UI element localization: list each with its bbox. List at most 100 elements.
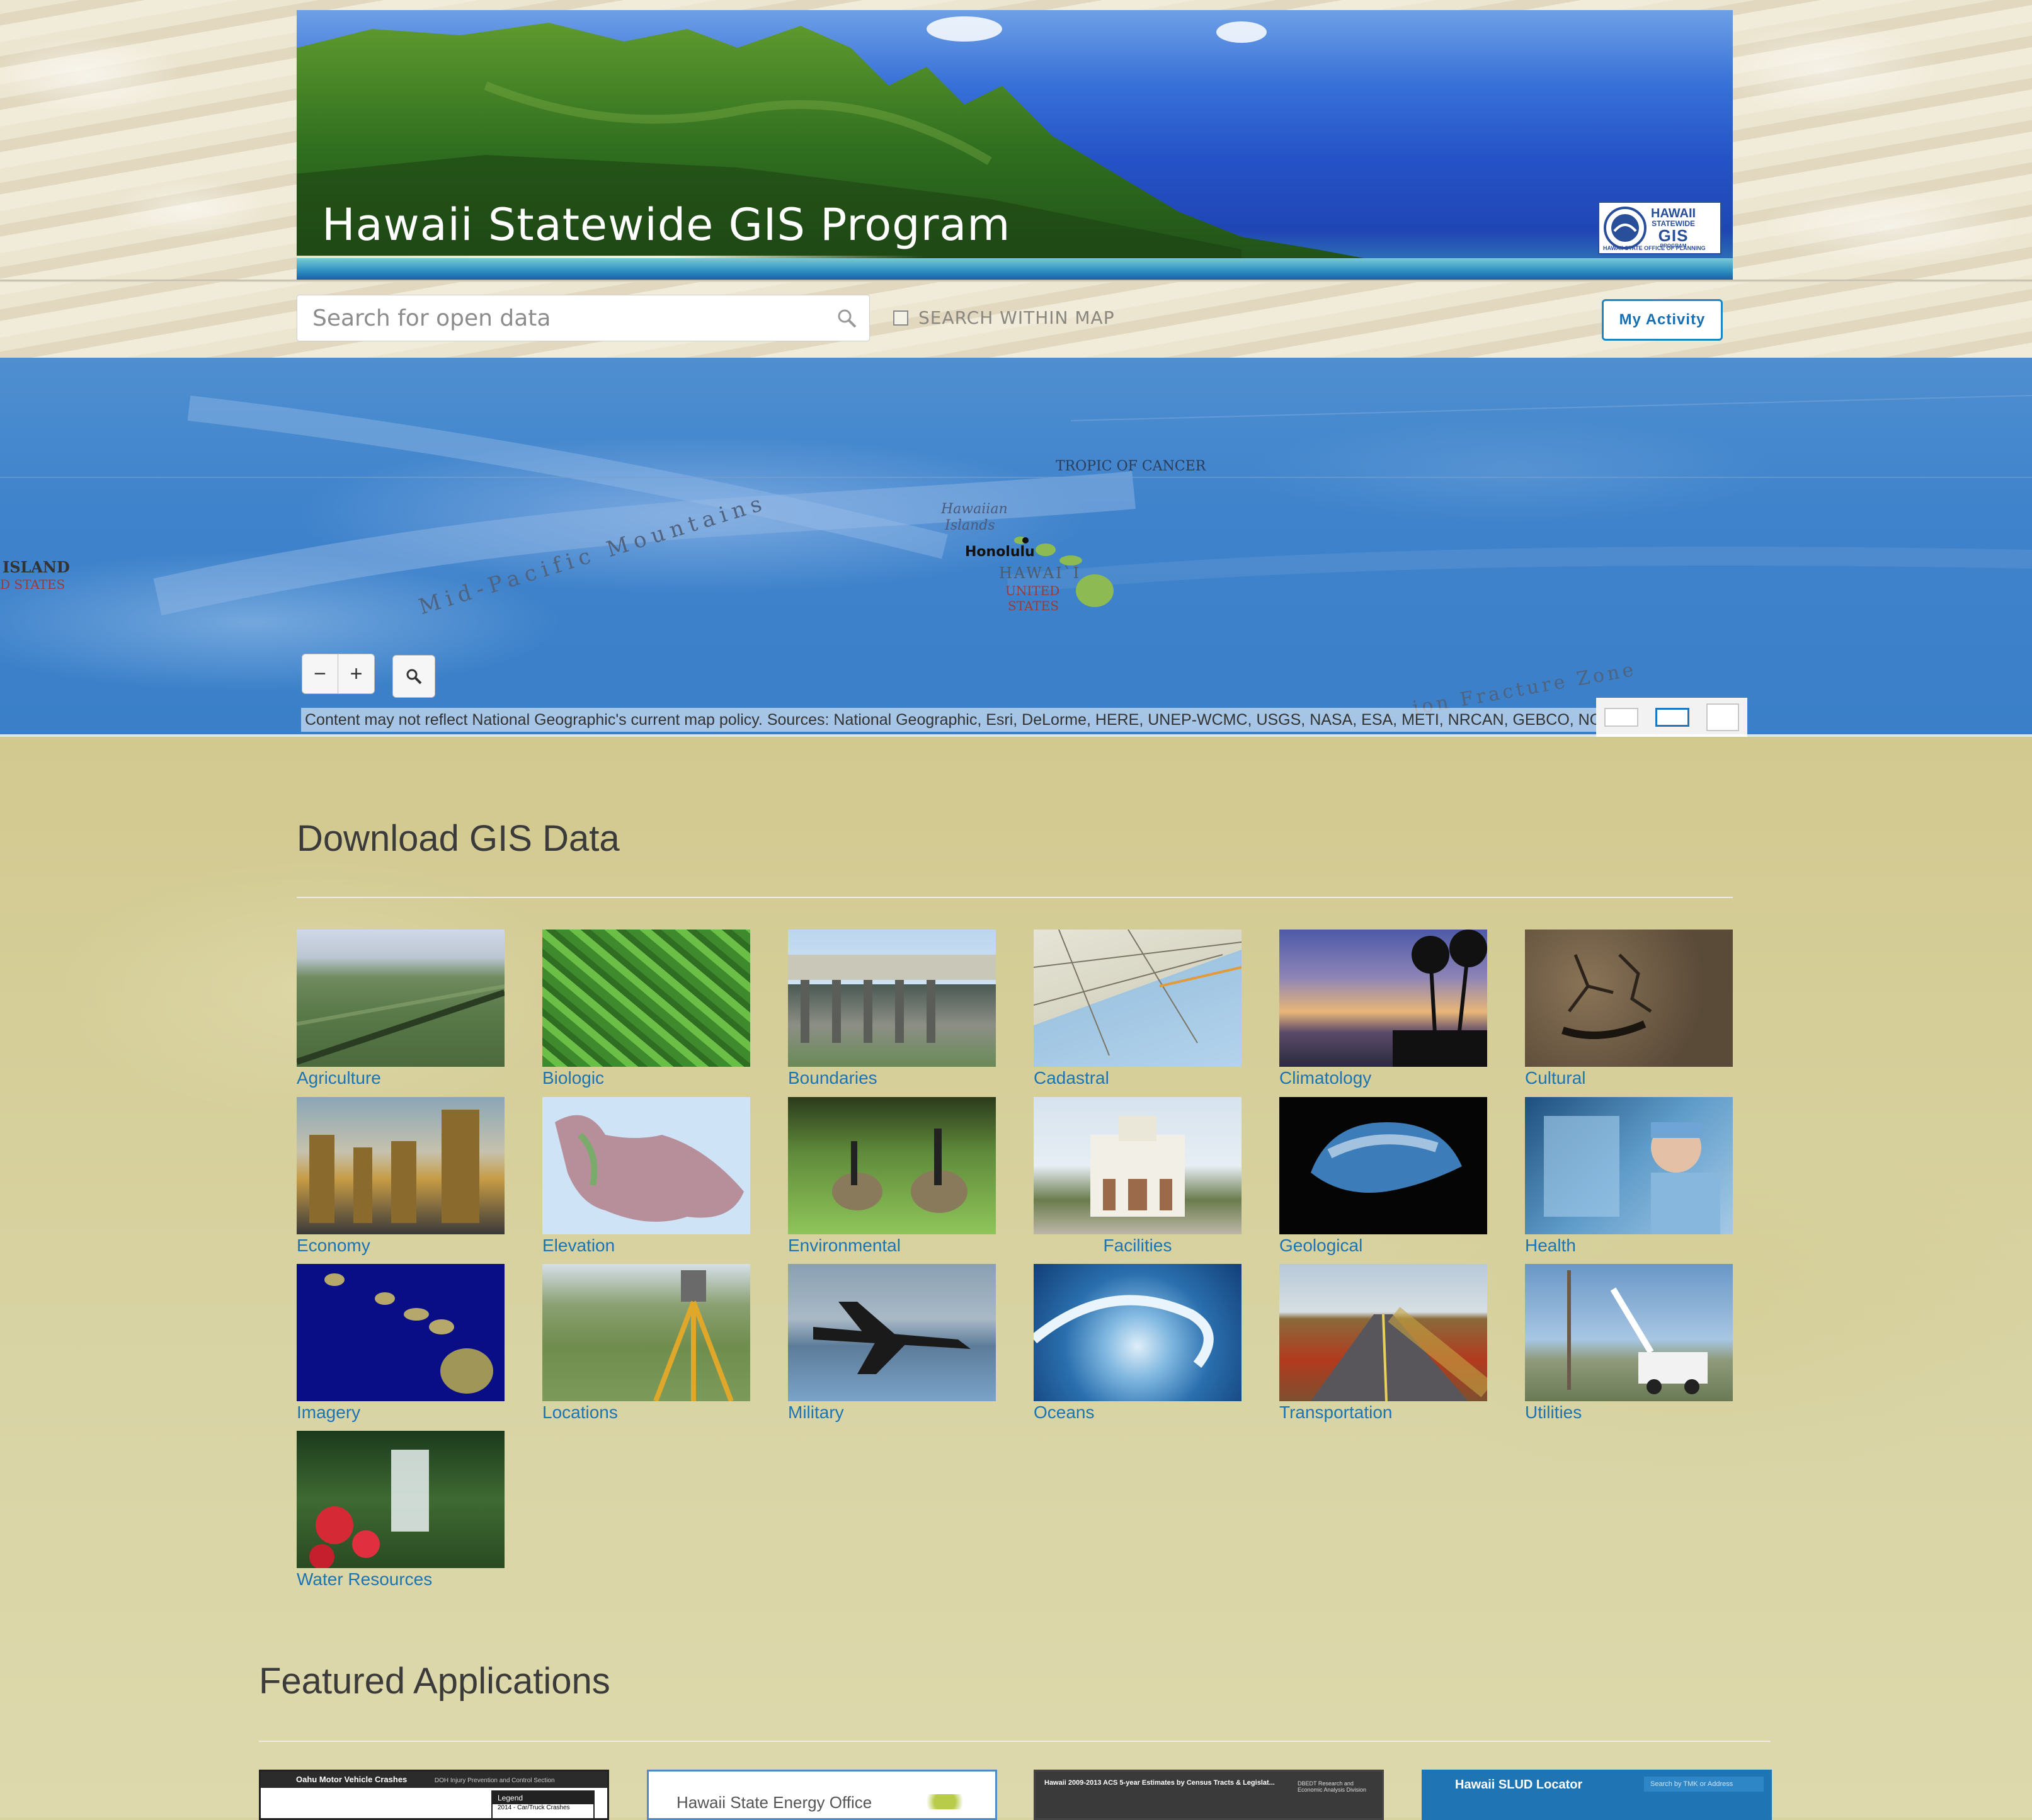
seal-icon bbox=[1604, 207, 1647, 249]
map-label-island: ISLAND bbox=[3, 558, 70, 576]
category-label: Utilities bbox=[1525, 1402, 1582, 1422]
category-label: Boundaries bbox=[788, 1068, 877, 1088]
magnifier-icon bbox=[406, 669, 422, 685]
category-agriculture[interactable]: Agriculture bbox=[297, 930, 505, 1088]
app-title: Hawaii State Energy Office bbox=[676, 1793, 872, 1812]
app-title: Oahu Motor Vehicle Crashes bbox=[296, 1775, 408, 1784]
honolulu-marker bbox=[1022, 537, 1029, 543]
category-boundaries[interactable]: Boundaries bbox=[788, 930, 996, 1088]
legend-panel: Legend 2014 - Car/Truck Crashes bbox=[491, 1790, 595, 1818]
category-elevation[interactable]: Elevation bbox=[542, 1097, 750, 1256]
app-subtitle: DOH Injury Prevention and Control Sectio… bbox=[434, 1777, 555, 1784]
layout-full-button[interactable] bbox=[1706, 703, 1739, 731]
layout-compact-button[interactable] bbox=[1604, 708, 1639, 727]
header-banner: Hawaii Statewide GIS Program HAWAII STAT… bbox=[297, 10, 1733, 280]
environmental-image bbox=[788, 1097, 996, 1234]
category-label: Geological bbox=[1279, 1236, 1363, 1255]
zoom-controls: − + bbox=[302, 654, 375, 694]
health-image bbox=[1525, 1097, 1733, 1234]
cadastral-image bbox=[1034, 930, 1241, 1067]
map-label-hawaii: HAWAI`I bbox=[999, 564, 1082, 582]
category-label: Imagery bbox=[297, 1402, 361, 1422]
cultural-image bbox=[1525, 930, 1733, 1067]
military-image bbox=[788, 1264, 996, 1401]
featured-app-energy-office[interactable]: Hawaii State Energy Office bbox=[647, 1770, 997, 1820]
category-label: Oceans bbox=[1034, 1402, 1095, 1422]
featured-app-slud-locator[interactable]: Hawaii SLUD Locator Search by TMK or Add… bbox=[1422, 1770, 1772, 1820]
category-climatology[interactable]: Climatology bbox=[1279, 930, 1487, 1088]
category-locations[interactable]: Locations bbox=[542, 1264, 750, 1423]
category-label: Transportation bbox=[1279, 1402, 1393, 1422]
category-label: Biologic bbox=[542, 1068, 605, 1088]
category-label: Military bbox=[788, 1402, 844, 1422]
legend-item: 2014 - Car/Truck Crashes bbox=[498, 1804, 570, 1811]
geological-image bbox=[1279, 1097, 1487, 1234]
search-within-map[interactable]: SEARCH WITHIN MAP bbox=[893, 307, 1115, 328]
search-input[interactable] bbox=[297, 295, 869, 341]
category-biologic[interactable]: Biologic bbox=[542, 930, 750, 1088]
logo-line: GIS bbox=[1658, 226, 1689, 245]
app-subtitle: DBEDT Research and Economic Analysis Div… bbox=[1298, 1780, 1367, 1793]
map-label-states: STATES bbox=[1008, 598, 1059, 613]
search-within-map-checkbox[interactable] bbox=[893, 310, 908, 326]
section-divider bbox=[297, 897, 1733, 898]
category-cultural[interactable]: Cultural bbox=[1525, 930, 1733, 1088]
search-within-map-label: SEARCH WITHIN MAP bbox=[918, 307, 1115, 328]
category-health[interactable]: Health bbox=[1525, 1097, 1733, 1256]
divider bbox=[0, 280, 2032, 282]
category-cadastral[interactable]: Cadastral bbox=[1034, 930, 1241, 1088]
map-label-united: UNITED bbox=[1005, 583, 1060, 598]
app-header: Oahu Motor Vehicle Crashes DOH Injury Pr… bbox=[261, 1772, 607, 1788]
imagery-image bbox=[297, 1264, 505, 1401]
island-icon bbox=[920, 1794, 970, 1809]
sea bbox=[297, 258, 1733, 280]
category-geological[interactable]: Geological bbox=[1279, 1097, 1487, 1256]
site-title[interactable]: Hawaii Statewide GIS Program bbox=[322, 199, 1010, 251]
search-box[interactable] bbox=[297, 295, 870, 341]
category-label: Facilities bbox=[1103, 1236, 1172, 1255]
layout-medium-button[interactable] bbox=[1655, 708, 1689, 727]
agriculture-image bbox=[297, 930, 505, 1067]
app-search-field[interactable]: Search by TMK or Address bbox=[1644, 1777, 1764, 1792]
transportation-image bbox=[1279, 1264, 1487, 1401]
category-label: Water Resources bbox=[297, 1569, 433, 1589]
category-transportation[interactable]: Transportation bbox=[1279, 1264, 1487, 1423]
featured-app-oahu-crashes[interactable]: Oahu Motor Vehicle Crashes DOH Injury Pr… bbox=[259, 1770, 609, 1820]
category-economy[interactable]: Economy bbox=[297, 1097, 505, 1256]
category-water-resources[interactable]: Water Resources bbox=[297, 1431, 505, 1590]
locations-image bbox=[542, 1264, 750, 1401]
boundaries-image bbox=[788, 930, 996, 1067]
featured-app-acs-estimates[interactable]: Hawaii 2009-2013 ACS 5-year Estimates by… bbox=[1034, 1770, 1384, 1820]
category-label: Locations bbox=[542, 1402, 618, 1422]
map-label-honolulu: Honolulu bbox=[965, 544, 1035, 560]
gis-program-logo[interactable]: HAWAII STATEWIDE GIS PROGRAM HAWAII STAT… bbox=[1598, 202, 1721, 254]
app-title: Hawaii SLUD Locator bbox=[1455, 1778, 1583, 1792]
map-label-d-states: D STATES bbox=[0, 577, 66, 592]
category-environmental[interactable]: Environmental bbox=[788, 1097, 996, 1256]
category-military[interactable]: Military bbox=[788, 1264, 996, 1423]
map-label-islands: Islands bbox=[945, 518, 995, 533]
economy-image bbox=[297, 1097, 505, 1234]
zoom-in-button[interactable]: + bbox=[338, 654, 375, 694]
category-label: Economy bbox=[297, 1236, 370, 1255]
map-search-button[interactable] bbox=[392, 655, 435, 698]
category-label: Health bbox=[1525, 1236, 1576, 1255]
category-imagery[interactable]: Imagery bbox=[297, 1264, 505, 1423]
category-oceans[interactable]: Oceans bbox=[1034, 1264, 1241, 1423]
map-label-tropic: TROPIC OF CANCER bbox=[1056, 458, 1206, 474]
zoom-out-button[interactable]: − bbox=[302, 654, 338, 694]
category-facilities[interactable]: Facilities bbox=[1034, 1097, 1241, 1256]
app-title: Hawaii 2009-2013 ACS 5-year Estimates by… bbox=[1044, 1779, 1275, 1787]
category-label: Climatology bbox=[1279, 1068, 1372, 1088]
category-label: Elevation bbox=[542, 1236, 615, 1255]
legend-title: Legend bbox=[493, 1792, 593, 1804]
category-utilities[interactable]: Utilities bbox=[1525, 1264, 1733, 1423]
island-oahu bbox=[1036, 543, 1056, 556]
featured-section-title: Featured Applications bbox=[259, 1661, 610, 1702]
my-activity-button[interactable]: My Activity bbox=[1602, 299, 1723, 341]
search-icon[interactable] bbox=[836, 308, 858, 329]
facilities-image bbox=[1034, 1097, 1241, 1234]
category-label: Cadastral bbox=[1034, 1068, 1109, 1088]
logo-footer: HAWAII STATE OFFICE OF PLANNING bbox=[1603, 245, 1706, 251]
section-divider bbox=[259, 1741, 1771, 1742]
